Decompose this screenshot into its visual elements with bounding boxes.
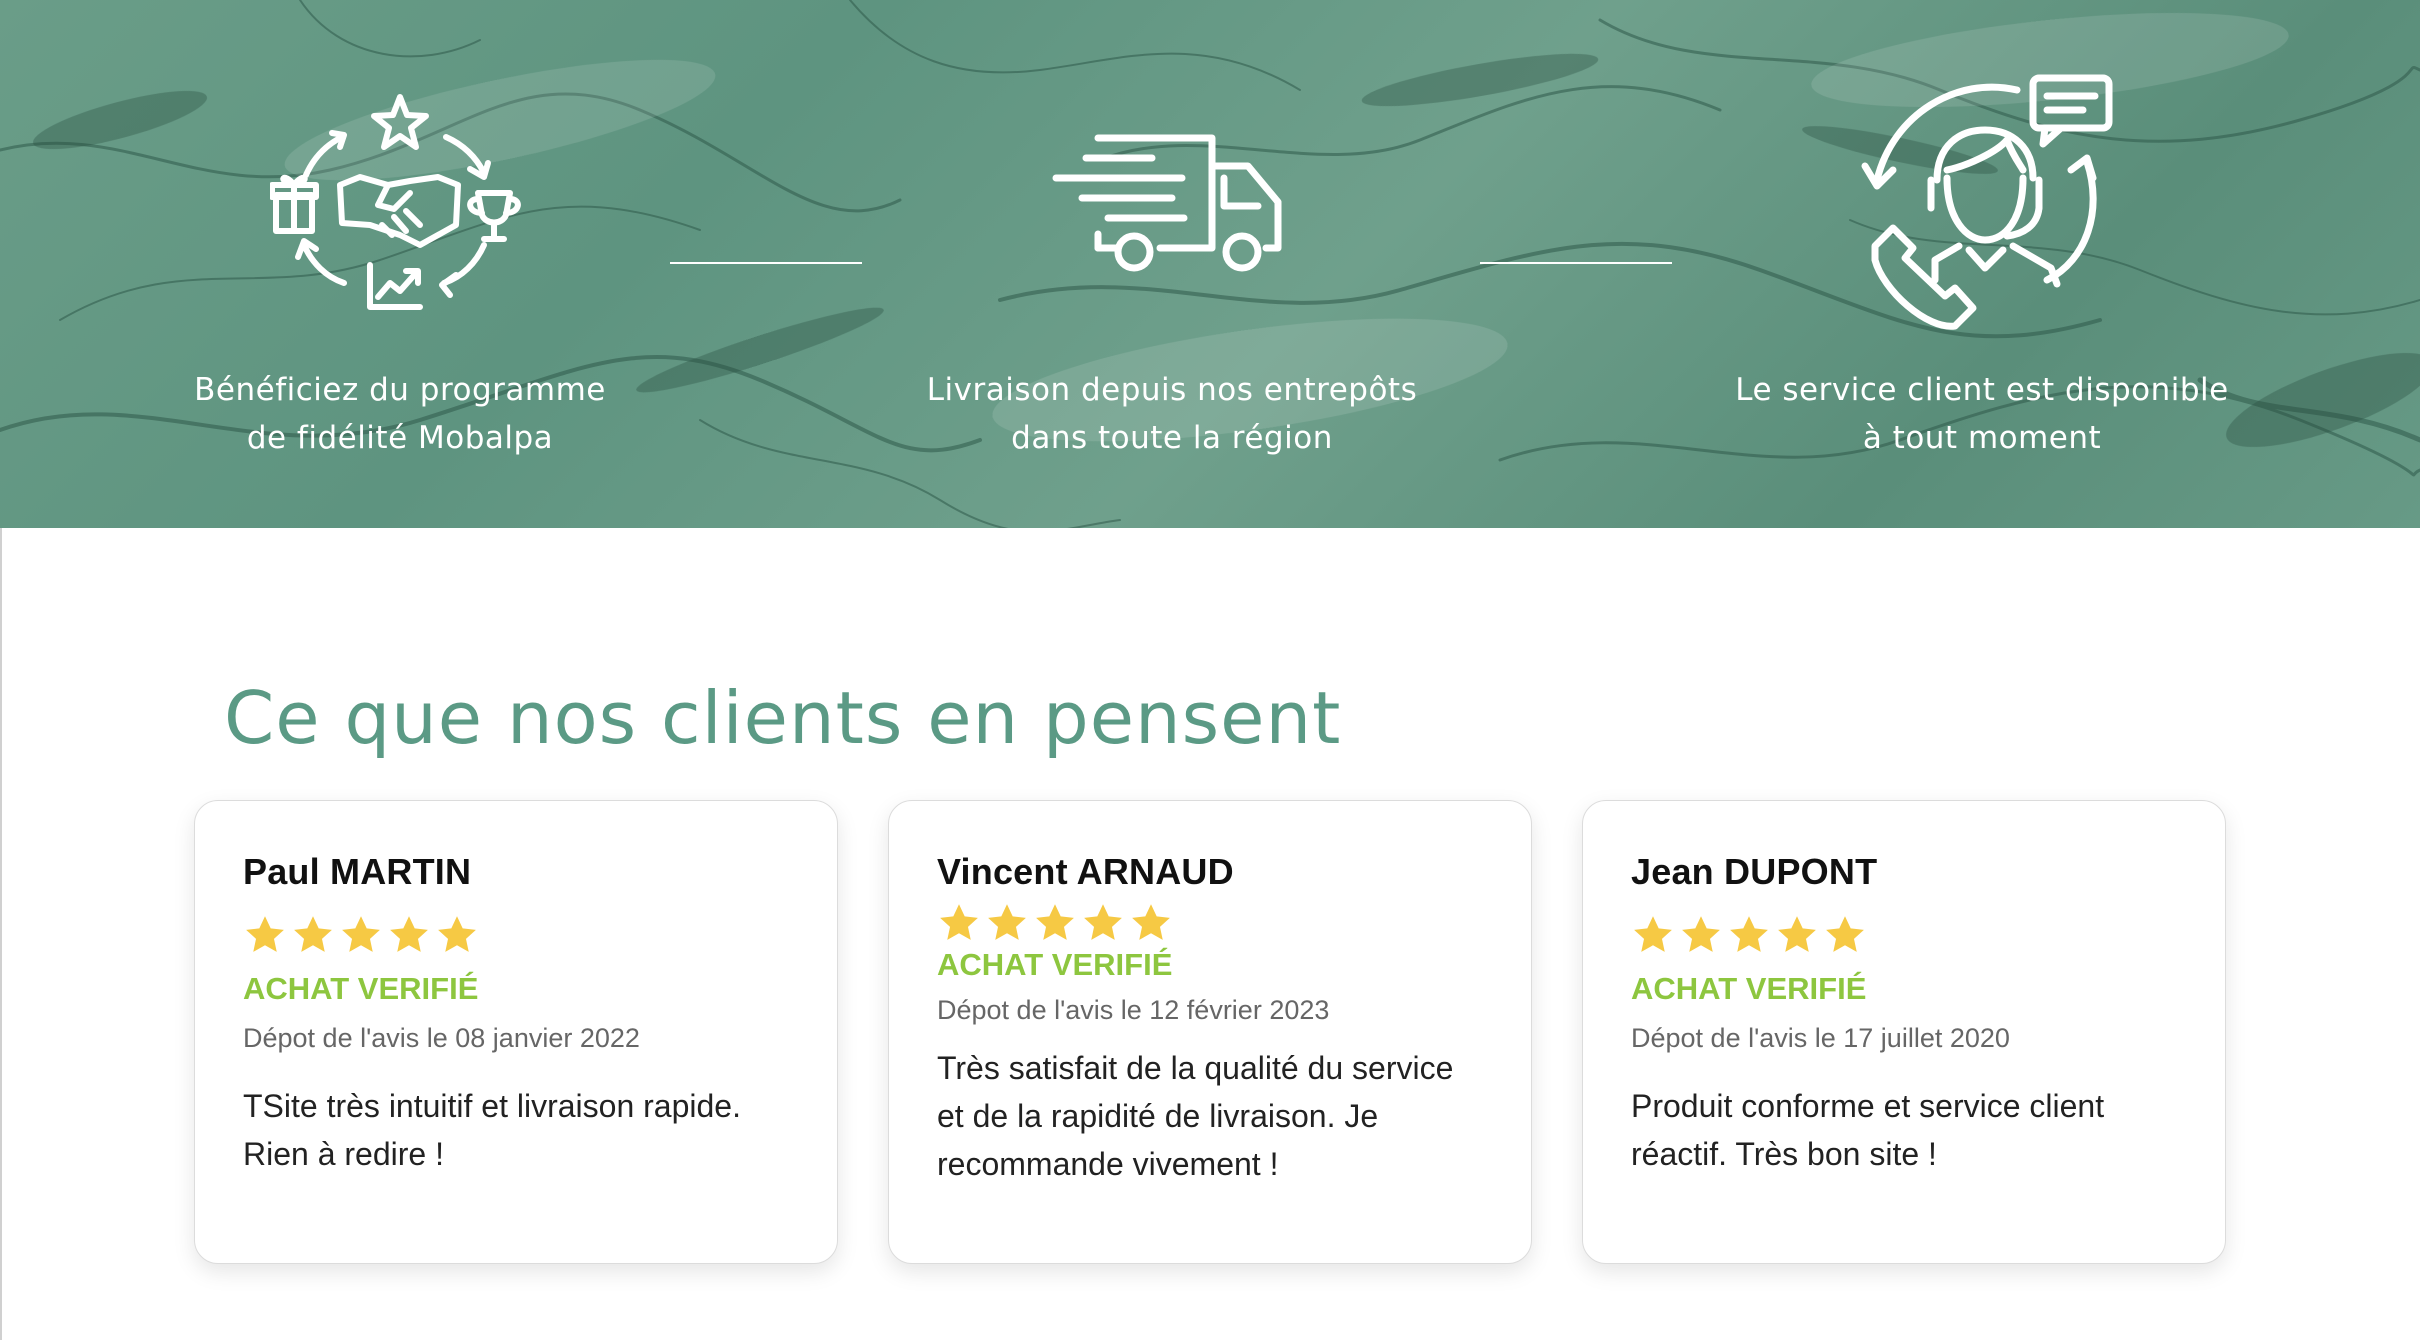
star-icon — [940, 904, 978, 940]
star-icon — [1826, 916, 1864, 952]
review-text: TSite très intuitif et livraison rapide.… — [243, 1088, 741, 1172]
star-icon — [390, 916, 428, 952]
reviews-list: Paul MARTIN ACHAT VERIFIÉ Dépot de l'avi… — [194, 800, 2226, 1264]
feature-delivery-label: Livraison depuis nos entrepôts dans tout… — [926, 372, 1418, 456]
review-date: Dépot de l'avis le 12 février 2023 — [937, 995, 1330, 1025]
rating-stars — [243, 913, 789, 957]
star-icon — [342, 916, 380, 952]
verified-purchase-badge: ACHAT VERIFIÉ — [1631, 971, 1867, 1006]
star-icon — [294, 916, 332, 952]
reviewer-name: Jean DUPONT — [1631, 851, 1878, 892]
review-text: Très satisfait de la qualité du service … — [937, 1050, 1454, 1182]
star-icon — [1778, 916, 1816, 952]
features-banner: Bénéficiez du programme de fidélité Moba… — [0, 0, 2420, 528]
review-card: Vincent ARNAUD ACHAT VERIFIÉ Dépot de l'… — [888, 800, 1532, 1264]
feature-loyalty-label: Bénéficiez du programme de fidélité Moba… — [194, 372, 606, 456]
customer-service-icon — [1861, 74, 2113, 330]
reviewer-name: Vincent ARNAUD — [937, 851, 1234, 892]
star-icon — [1132, 904, 1170, 940]
verified-purchase-badge: ACHAT VERIFIÉ — [937, 947, 1173, 982]
rating-stars — [937, 901, 1483, 945]
delivery-truck-icon — [1052, 134, 1282, 272]
review-text: Produit conforme et service client réact… — [1631, 1088, 2105, 1172]
star-icon — [1036, 904, 1074, 940]
review-date: Dépot de l'avis le 08 janvier 2022 — [243, 1023, 640, 1053]
review-date: Dépot de l'avis le 17 juillet 2020 — [1631, 1023, 2010, 1053]
divider — [670, 262, 862, 264]
verified-purchase-badge: ACHAT VERIFIÉ — [243, 971, 479, 1006]
star-icon — [246, 916, 284, 952]
star-icon — [988, 904, 1026, 940]
page-edge — [0, 528, 2, 1340]
feature-customer-service: Le service client est disponible à tout … — [1702, 70, 2262, 462]
star-icon — [1682, 916, 1720, 952]
feature-customer-service-label: Le service client est disponible à tout … — [1735, 372, 2229, 456]
loyalty-program-icon — [270, 94, 521, 310]
star-icon — [438, 916, 476, 952]
star-icon — [1084, 904, 1122, 940]
star-icon — [1634, 916, 1672, 952]
review-card: Jean DUPONT ACHAT VERIFIÉ Dépot de l'avi… — [1582, 800, 2226, 1264]
feature-loyalty: Bénéficiez du programme de fidélité Moba… — [120, 70, 680, 462]
review-card: Paul MARTIN ACHAT VERIFIÉ Dépot de l'avi… — [194, 800, 838, 1264]
reviewer-name: Paul MARTIN — [243, 851, 472, 892]
star-icon — [1730, 916, 1768, 952]
reviews-title: Ce que nos clients en pensent — [224, 676, 1342, 760]
divider — [1480, 262, 1672, 264]
rating-stars — [1631, 913, 2177, 957]
feature-delivery: Livraison depuis nos entrepôts dans tout… — [892, 70, 1452, 462]
